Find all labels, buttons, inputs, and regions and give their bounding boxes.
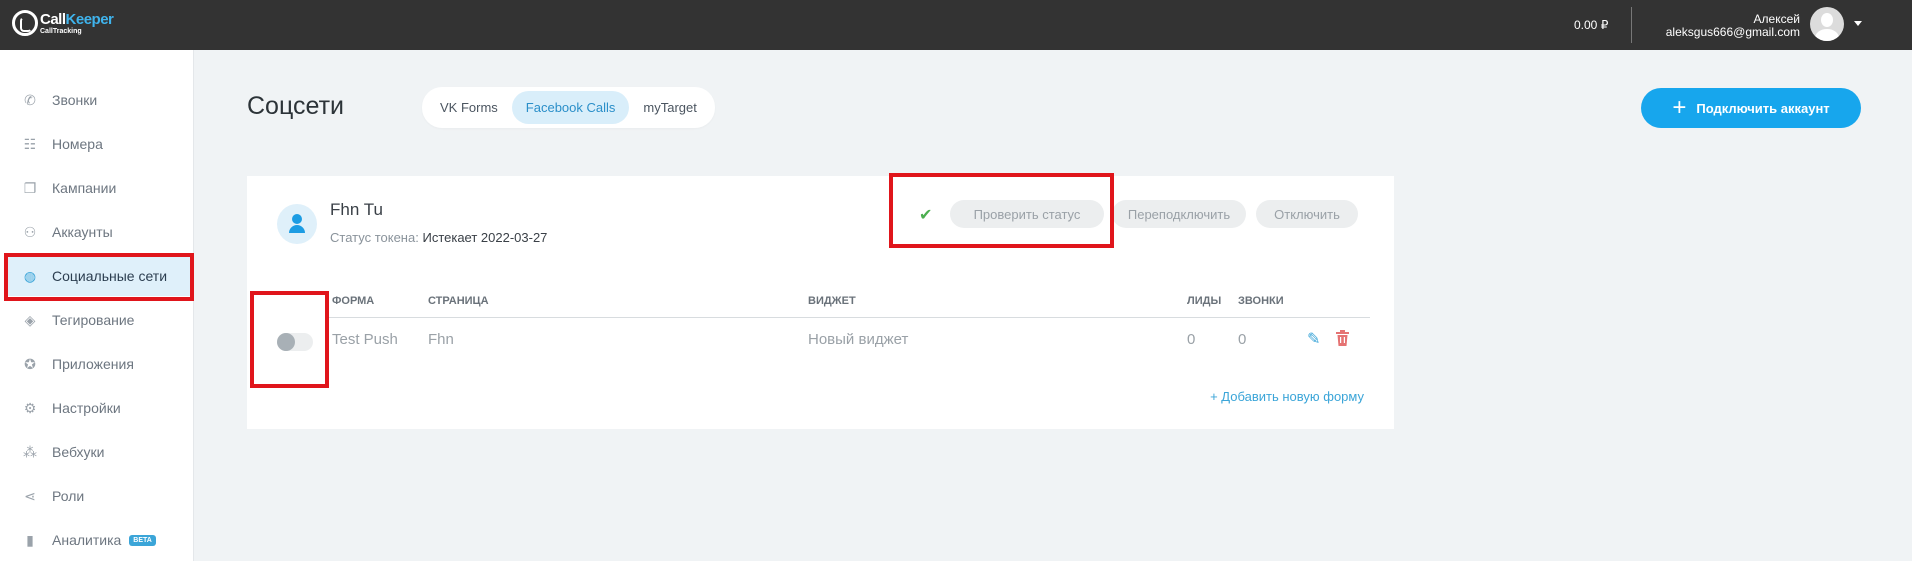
- reconnect-button[interactable]: Переподключить: [1112, 200, 1246, 228]
- plus-icon: +: [1672, 94, 1687, 121]
- connect-account-button[interactable]: + Подключить аккаунт: [1641, 88, 1861, 128]
- sidebar-item-label: Номера: [52, 136, 103, 152]
- tab-bar: VK Forms Facebook Calls myTarget: [422, 87, 715, 128]
- sidebar-item-roles[interactable]: ⋖ Роли: [6, 476, 192, 516]
- sidebar-item-label: Тегирование: [52, 312, 135, 328]
- sidebar-item-label: Аккаунты: [52, 224, 113, 240]
- account-card: Fhn Tu Статус токена: Истекает 2022-03-2…: [247, 176, 1394, 429]
- sidebar-item-campaigns[interactable]: ❐ Кампании: [6, 168, 192, 208]
- sidebar-item-apps[interactable]: ✪ Приложения: [6, 344, 192, 384]
- disconnect-button[interactable]: Отключить: [1256, 200, 1358, 228]
- logo[interactable]: CallKeeper CallTracking: [12, 10, 114, 36]
- accounts-icon: ⚇: [23, 223, 37, 240]
- add-form-link[interactable]: + Добавить новую форму: [1210, 389, 1364, 404]
- gear-icon: ⚙: [23, 399, 37, 416]
- sidebar-item-label: Приложения: [52, 356, 134, 372]
- column-header-leads: ЛИДЫ: [1187, 295, 1222, 307]
- highlight-box-check-status: [889, 173, 1114, 248]
- cell-widget: Новый виджет: [808, 331, 909, 348]
- sidebar-item-numbers[interactable]: ☷ Номера: [6, 124, 192, 164]
- tags-icon: ◈: [24, 311, 36, 328]
- cell-leads: 0: [1187, 331, 1196, 348]
- highlight-box-toggle: [250, 291, 329, 388]
- webhooks-icon: ⁂: [23, 443, 37, 460]
- sidebar-item-label: Вебхуки: [52, 444, 105, 460]
- sidebar-item-accounts[interactable]: ⚇ Аккаунты: [6, 212, 192, 252]
- column-header-page: СТРАНИЦА: [428, 295, 489, 307]
- share-icon: ⋖: [24, 487, 36, 504]
- sidebar-item-label: Аналитика: [52, 532, 122, 548]
- sidebar-item-calls[interactable]: ✆ Звонки: [6, 80, 192, 120]
- sidebar-item-analytics[interactable]: ▮ Аналитика BETA: [6, 520, 192, 560]
- sidebar-item-label: Настройки: [52, 400, 121, 416]
- logo-name: Call: [40, 10, 66, 28]
- logo-subtitle: CallTracking: [40, 27, 82, 35]
- highlight-box-social: [4, 253, 194, 301]
- column-header-widget: ВИДЖЕТ: [808, 295, 856, 307]
- user-info[interactable]: Алексей aleksgus666@gmail.com: [1666, 13, 1800, 39]
- trash-icon[interactable]: [1336, 330, 1349, 346]
- page-title: Соцсети: [247, 92, 344, 120]
- logo-name-accent: Keeper: [65, 10, 114, 28]
- chevron-down-icon[interactable]: [1854, 21, 1862, 26]
- sidebar: ✆ Звонки ☷ Номера ❐ Кампании ⚇ Аккаунты …: [0, 50, 194, 561]
- sidebar-item-settings[interactable]: ⚙ Настройки: [6, 388, 192, 428]
- avatar[interactable]: [1810, 7, 1844, 41]
- sidebar-item-webhooks[interactable]: ⁂ Вебхуки: [6, 432, 192, 472]
- connect-account-label: Подключить аккаунт: [1696, 100, 1830, 116]
- edit-icon[interactable]: ✎: [1307, 329, 1320, 349]
- sidebar-item-label: Кампании: [52, 180, 117, 196]
- token-status-value: Истекает 2022-03-27: [422, 230, 548, 245]
- balance[interactable]: 0.00 ₽: [1574, 18, 1608, 32]
- table-header-divider: [329, 317, 1370, 318]
- token-status: Статус токена: Истекает 2022-03-27: [330, 230, 547, 245]
- token-status-label: Статус токена:: [330, 230, 419, 245]
- cell-calls: 0: [1238, 331, 1247, 348]
- apps-icon: ✪: [24, 355, 36, 372]
- campaigns-icon: ❐: [23, 179, 37, 196]
- phone-icon: ✆: [24, 91, 36, 108]
- sidebar-item-tagging[interactable]: ◈ Тегирование: [6, 300, 192, 340]
- column-header-calls: ЗВОНКИ: [1238, 295, 1284, 307]
- account-name: Fhn Tu: [330, 200, 383, 219]
- beta-badge: BETA: [129, 534, 156, 546]
- cell-page: Fhn: [428, 331, 454, 348]
- logo-phone-icon: [12, 10, 38, 36]
- sidebar-item-label: Роли: [52, 488, 85, 504]
- tab-facebook-calls[interactable]: Facebook Calls: [511, 91, 630, 124]
- chart-icon: ▮: [26, 531, 34, 548]
- sidebar-item-label: Звонки: [52, 92, 98, 108]
- cell-form: Test Push: [332, 331, 398, 348]
- top-bar: CallKeeper CallTracking 0.00 ₽ Алексей a…: [0, 0, 1912, 50]
- tab-vk-forms[interactable]: VK Forms: [426, 91, 512, 124]
- tab-mytarget[interactable]: myTarget: [629, 91, 710, 124]
- user-email: aleksgus666@gmail.com: [1665, 25, 1800, 39]
- divider: [1631, 7, 1632, 43]
- numbers-icon: ☷: [23, 135, 37, 152]
- user-icon: [277, 204, 317, 244]
- column-header-form: ФОРМА: [332, 295, 375, 307]
